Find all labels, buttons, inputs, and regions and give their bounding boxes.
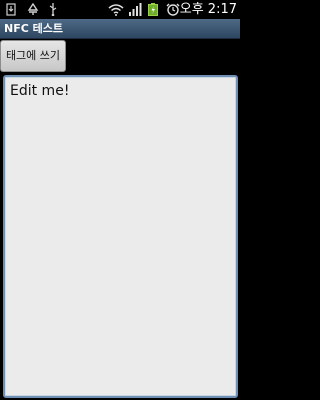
app-title: NFC 테스트 [4,22,63,35]
title-bar: NFC 테스트 [0,19,240,39]
download-icon [6,3,16,16]
screen: 오후 2:17 NFC 테스트 태그에 쓰기 Edit me! [0,0,240,400]
write-to-tag-button[interactable]: 태그에 쓰기 [0,40,66,72]
signal-icon [129,3,142,16]
recycle-icon [27,3,39,15]
edit-text-field[interactable]: Edit me! [3,75,238,398]
wifi-icon [108,4,124,16]
usb-icon [49,3,57,16]
alarm-icon [166,3,180,16]
battery-icon [148,3,158,16]
clock: 오후 2:17 [179,2,237,17]
status-bar: 오후 2:17 [0,0,240,19]
edit-text-value: Edit me! [10,83,70,99]
